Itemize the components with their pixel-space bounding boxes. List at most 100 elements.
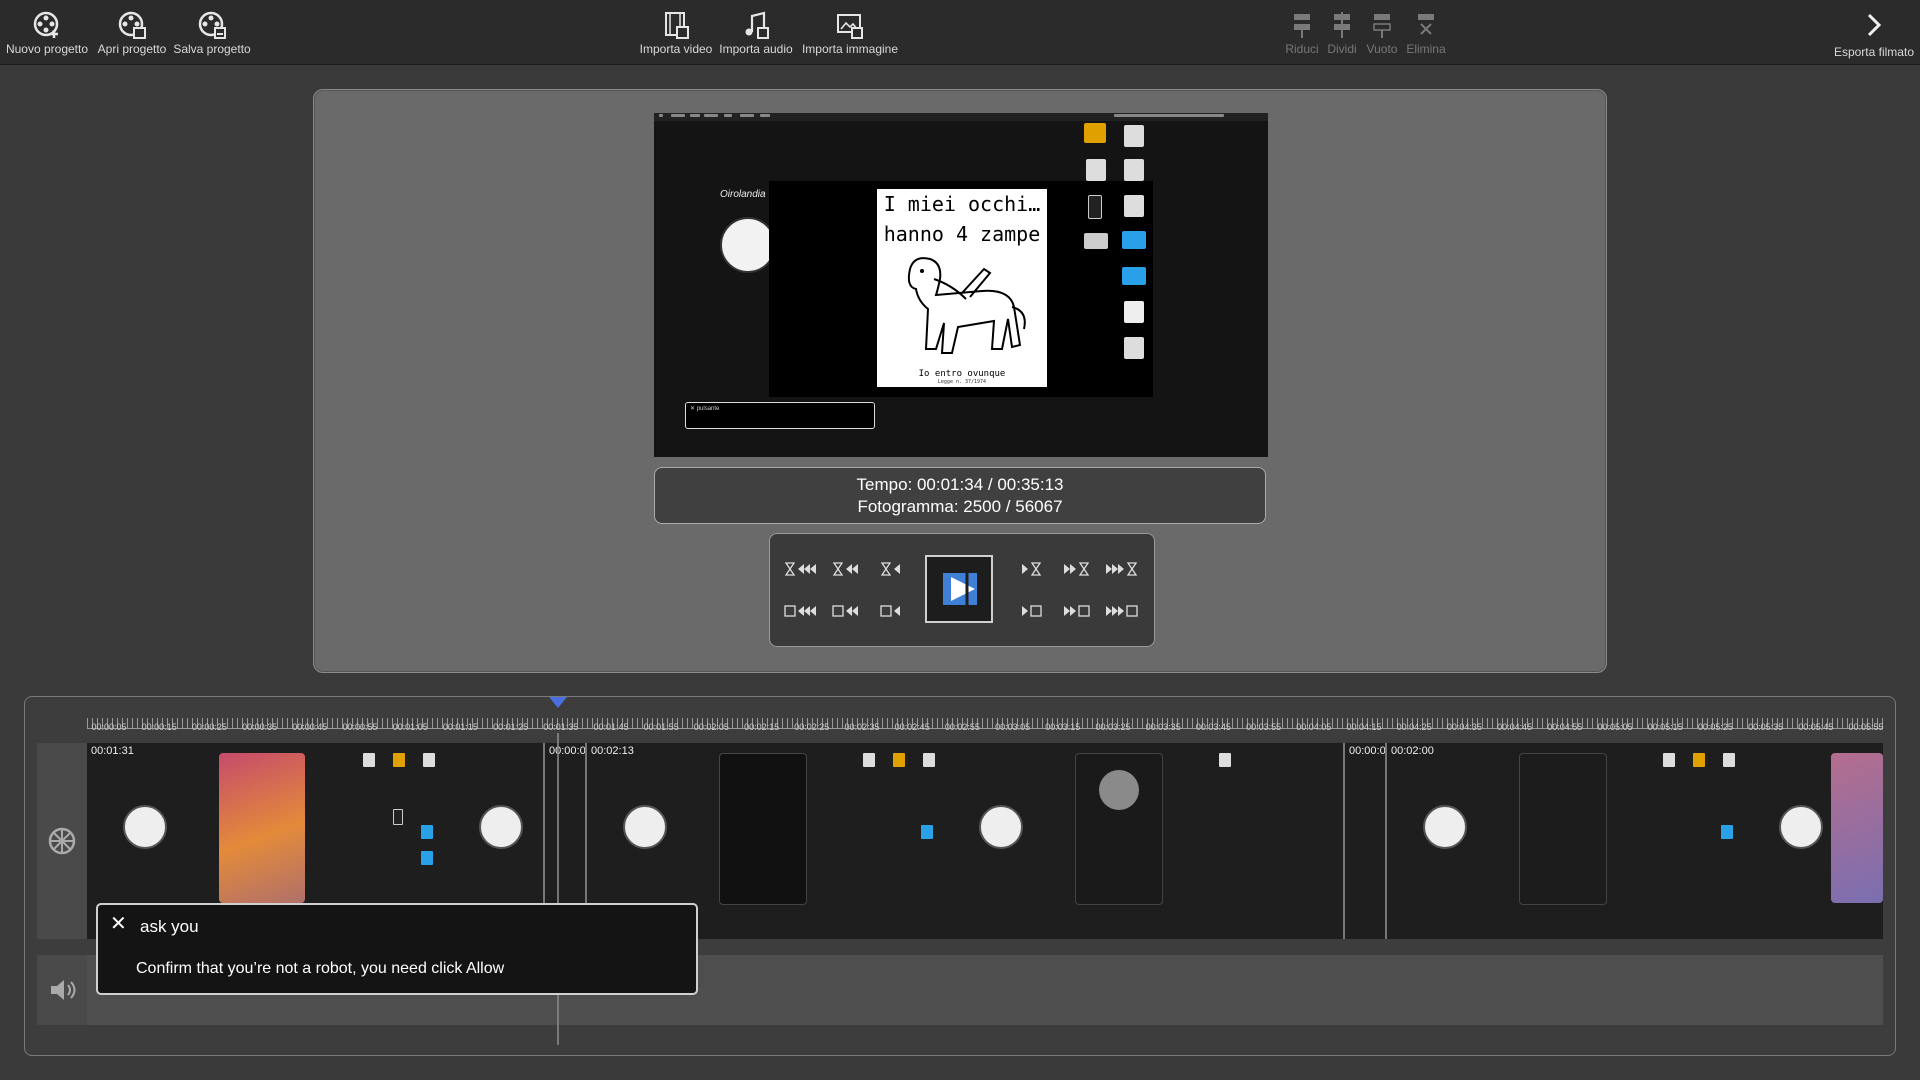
desktop-icon-file bbox=[1124, 159, 1144, 181]
clip-thumb-desktop-icon bbox=[1219, 753, 1231, 767]
ruler-time-label: 00:01:15 bbox=[442, 722, 478, 732]
save-project-button[interactable]: Salva progetto bbox=[173, 10, 251, 62]
ruler-time-label: 00:03:35 bbox=[1145, 722, 1181, 732]
export-movie-button[interactable]: Esporta filmato bbox=[1834, 10, 1914, 59]
import-audio-button[interactable]: Importa audio bbox=[718, 10, 794, 62]
new-project-label: Nuovo progetto bbox=[5, 42, 89, 56]
clip-thumb-logo bbox=[123, 805, 167, 849]
clip-timestamp: 00:00:0 bbox=[1349, 745, 1386, 757]
desktop-icon-file bbox=[1124, 301, 1144, 323]
delete-button[interactable]: Elimina bbox=[1406, 10, 1446, 62]
rewind-fast-frame-button[interactable] bbox=[784, 599, 818, 623]
dialog-message: Confirm that you’re not a robot, you nee… bbox=[136, 960, 505, 977]
rewind-fast-icon bbox=[784, 562, 816, 576]
frame-readout: Fotogramma: 2500 / 56067 bbox=[857, 497, 1063, 516]
playhead-handle[interactable] bbox=[549, 697, 567, 708]
clip-thumb-desktop-icon bbox=[1693, 753, 1705, 767]
clip-thumb-logo bbox=[1423, 805, 1467, 849]
playback-controls bbox=[769, 533, 1155, 647]
clip-thumb-desktop-icon bbox=[921, 825, 933, 839]
import-audio-icon bbox=[745, 11, 769, 39]
clip-thumb-desktop-icon bbox=[423, 753, 435, 767]
ruler-time-label: 00:05:35 bbox=[1748, 722, 1784, 732]
video-preview[interactable]: Oirolandia I miei occhi… hanno 4 zampe I… bbox=[654, 113, 1268, 457]
ruler-time-label: 00:02:35 bbox=[844, 722, 880, 732]
step-forward-icon bbox=[1022, 562, 1042, 576]
clip-thumb-phone-settings bbox=[1519, 753, 1607, 905]
ruler-time-label: 00:02:25 bbox=[794, 722, 830, 732]
forward-fast-frame-button[interactable] bbox=[1104, 599, 1138, 623]
rewind-fast-button[interactable] bbox=[784, 557, 818, 581]
split-icon bbox=[1334, 12, 1350, 38]
ruler-time-label: 00:05:15 bbox=[1647, 722, 1683, 732]
ruler-time-label: 00:00:45 bbox=[292, 722, 328, 732]
ruler-time-label: 00:03:15 bbox=[1045, 722, 1081, 732]
desktop-icon-folder-blue bbox=[1122, 231, 1146, 249]
rewind-frame-button[interactable] bbox=[828, 599, 862, 623]
video-clip-4[interactable]: 00:00:0 bbox=[1345, 743, 1387, 939]
ruler-time-label: 00:03:25 bbox=[1095, 722, 1131, 732]
import-image-button[interactable]: Importa immagine bbox=[800, 10, 900, 62]
ruler-time-label: 00:01:05 bbox=[392, 722, 428, 732]
time-info-box: Tempo: 00:01:34 / 00:35:13 Fotogramma: 2… bbox=[654, 467, 1266, 524]
split-label: Dividi bbox=[1327, 42, 1357, 56]
speaker-icon bbox=[51, 980, 76, 1000]
play-button[interactable] bbox=[925, 555, 993, 623]
ruler-time-label: 00:00:15 bbox=[141, 722, 177, 732]
film-reel-save-icon bbox=[198, 11, 226, 39]
ruler-time-label: 00:05:05 bbox=[1597, 722, 1633, 732]
clip-thumb-phone-contacts bbox=[719, 753, 807, 905]
clip-thumb-desktop-icon bbox=[863, 753, 875, 767]
clip-thumb-desktop-icon bbox=[421, 851, 433, 865]
desktop-icon-file bbox=[1124, 125, 1144, 147]
ruler-time-label: 00:00:25 bbox=[191, 722, 227, 732]
split-button[interactable]: Dividi bbox=[1324, 10, 1360, 62]
close-icon[interactable]: ✕ bbox=[110, 911, 127, 936]
rewind-button[interactable] bbox=[828, 557, 862, 581]
video-clip-3[interactable]: 00:02:13 bbox=[587, 743, 1345, 939]
play-icon bbox=[943, 571, 977, 607]
ruler-time-label: 00:02:15 bbox=[744, 722, 780, 732]
import-video-label: Importa video bbox=[639, 42, 713, 56]
delete-icon bbox=[1418, 14, 1434, 35]
delete-label: Elimina bbox=[1406, 42, 1446, 56]
ruler-time-label: 00:01:25 bbox=[493, 722, 529, 732]
save-project-label: Salva progetto bbox=[173, 42, 251, 56]
step-back-button[interactable] bbox=[872, 557, 906, 581]
empty-button[interactable]: Vuoto bbox=[1364, 10, 1400, 62]
clip-thumb-desktop-icon bbox=[893, 753, 905, 767]
video-clip-5[interactable]: 00:02:00 bbox=[1387, 743, 1883, 939]
import-video-button[interactable]: Importa video bbox=[638, 10, 714, 62]
new-project-button[interactable]: Nuovo progetto bbox=[6, 10, 88, 62]
clip-thumb-desktop-icon bbox=[1721, 825, 1733, 839]
forward-fast-button[interactable] bbox=[1104, 557, 1138, 581]
clip-thumb-desktop-icon bbox=[363, 753, 375, 767]
chevron-right-icon bbox=[1867, 13, 1882, 37]
step-back-frame-icon bbox=[880, 605, 900, 617]
trim-button[interactable]: Riduci bbox=[1284, 10, 1320, 62]
desktop-icon-folder-yellow bbox=[1084, 123, 1106, 143]
forward-button[interactable] bbox=[1060, 557, 1094, 581]
step-forward-frame-icon bbox=[1022, 605, 1042, 617]
step-back-frame-button[interactable] bbox=[872, 599, 906, 623]
video-track-header bbox=[37, 743, 87, 939]
ruler-time-label: 00:02:55 bbox=[944, 722, 980, 732]
avatar bbox=[1099, 770, 1139, 810]
screen-search-text: pulsante bbox=[696, 406, 720, 412]
ruler-time-label: 00:00:05 bbox=[91, 722, 127, 732]
film-reel-open-icon bbox=[118, 11, 146, 39]
open-project-button[interactable]: Apri progetto bbox=[94, 10, 170, 62]
timeline-panel: 00:00:05 00:00:15 00:00:25 00:00:35 00:00:45… bbox=[24, 696, 1896, 1056]
rewind-icon bbox=[832, 562, 858, 576]
forward-frame-button[interactable] bbox=[1060, 599, 1094, 623]
time-readout: Tempo: 00:01:34 / 00:35:13 bbox=[856, 475, 1064, 494]
rewind-fast-frame-icon bbox=[784, 605, 816, 617]
step-forward-button[interactable] bbox=[1016, 557, 1050, 581]
export-movie-label: Esporta filmato bbox=[1833, 45, 1914, 59]
step-forward-frame-button[interactable] bbox=[1016, 599, 1050, 623]
clip-timestamp: 00:02:13 bbox=[591, 745, 634, 757]
timeline-ruler[interactable]: 00:00:05 00:00:15 00:00:25 00:00:35 00:00:45… bbox=[87, 707, 1884, 733]
ruler-time-label: 00:04:05 bbox=[1296, 722, 1332, 732]
clip-thumb-desktop-icon bbox=[421, 825, 433, 839]
forward-fast-frame-icon bbox=[1106, 605, 1138, 617]
